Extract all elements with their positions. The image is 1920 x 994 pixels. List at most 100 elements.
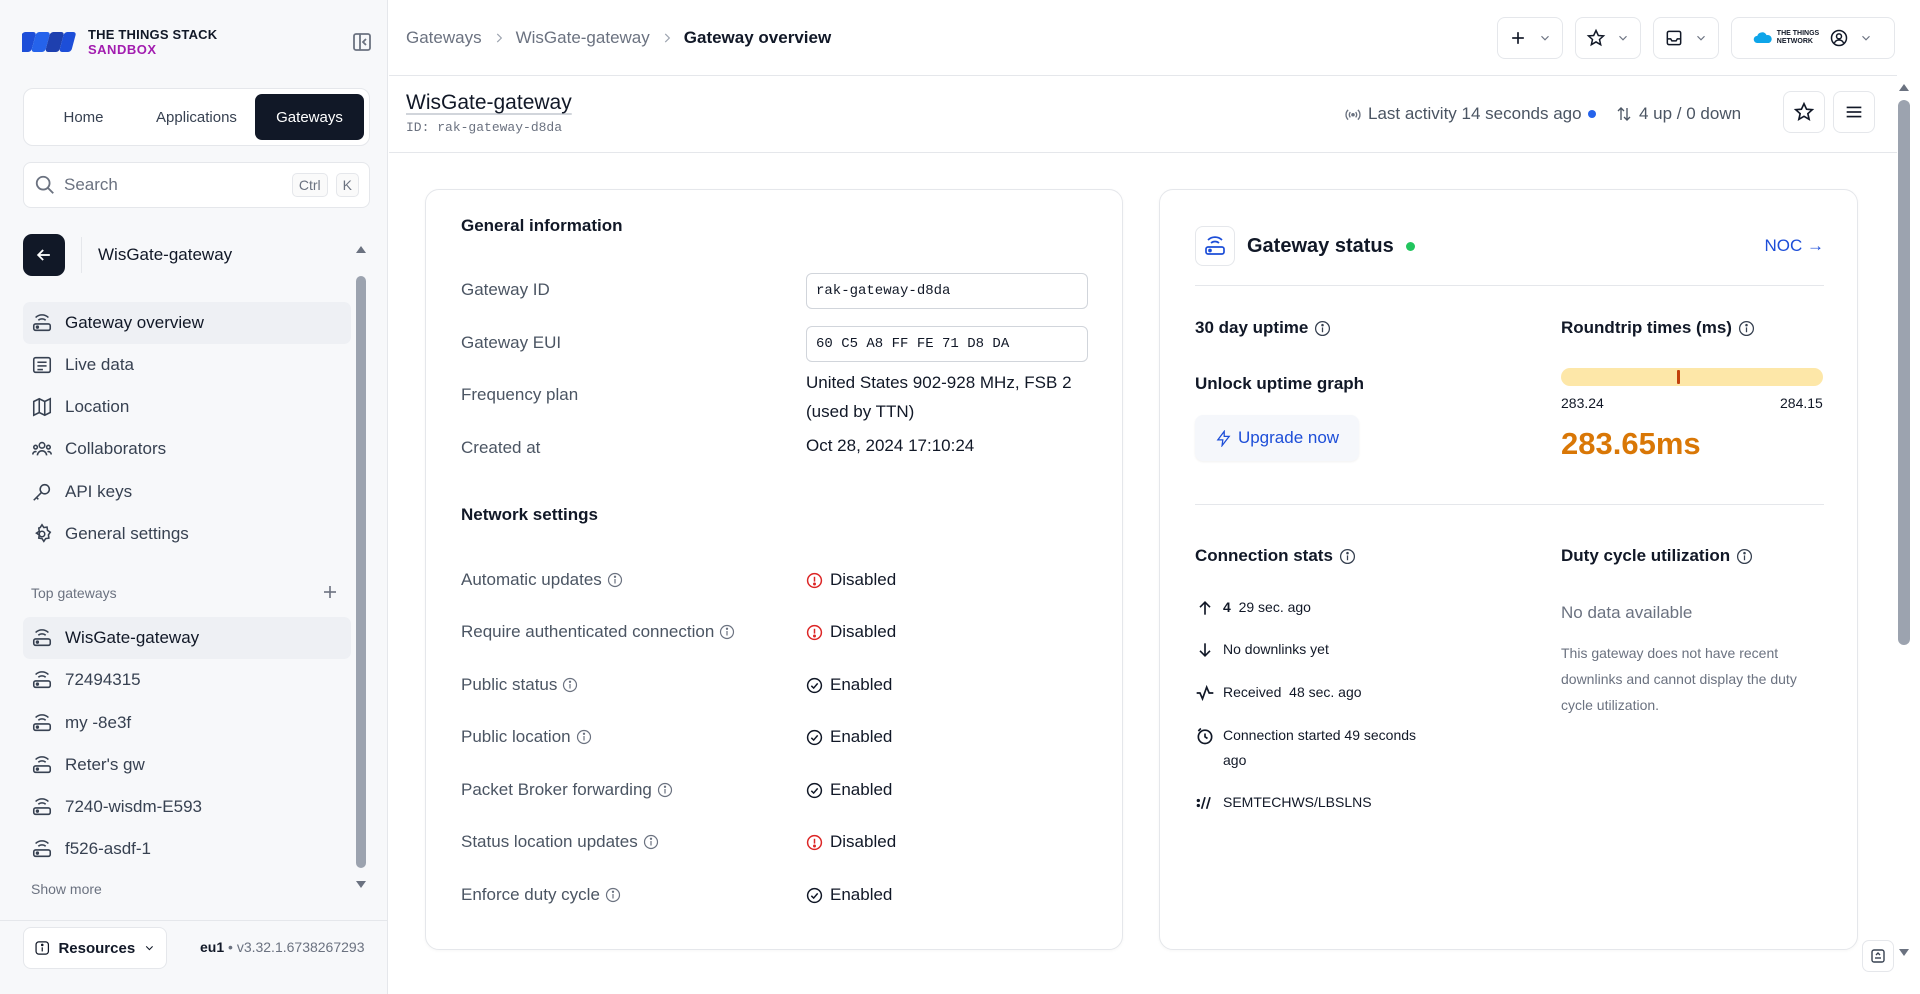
gateway-context-header: WisGate-gateway [23,233,343,277]
roundtrip-min: 283.24 [1561,395,1604,411]
top-gateway-item[interactable]: 72494315 [23,659,351,701]
app-logo[interactable]: THE THINGS STACK SANDBOX [22,26,217,58]
arrow-up-icon [1199,600,1211,615]
info-icon[interactable] [719,624,735,640]
list-icon [32,356,52,374]
scroll-down-arrow-icon[interactable] [1897,946,1911,958]
user-account-dropdown[interactable]: THE THINGS NETWORK [1731,17,1895,59]
protocol-slashes-icon [1196,796,1211,810]
gateway-icon [32,314,52,332]
bookmarks-dropdown-button[interactable] [1575,17,1641,59]
sidebar-item-location[interactable]: Location [23,386,351,428]
breadcrumb-current: Gateway overview [683,28,832,47]
sidebar-item-label: API keys [65,482,133,501]
top-gateway-item[interactable]: f526-asdf-1 [23,828,351,870]
scroll-up-arrow-icon[interactable] [355,244,367,256]
tab-home[interactable]: Home [29,94,138,140]
feedback-widget-button[interactable] [1862,940,1894,972]
received-stat: Received 48 sec. ago [1195,680,1362,705]
gateway-icon [32,671,52,689]
bookmark-star-button[interactable] [1783,91,1825,133]
connection-started-line2: ago [1223,752,1247,768]
top-gateway-item[interactable]: Reter's gw [23,744,351,786]
top-gateway-label: my -8e3f [65,713,132,732]
check-circle-icon [806,782,823,798]
scroll-up-arrow-icon[interactable] [1897,82,1911,94]
add-gateway-plus-icon[interactable] [320,582,340,602]
sidebar-item-collaborators[interactable]: Collaborators [23,428,351,470]
panel-icon [1871,949,1885,963]
top-gateway-label: WisGate-gateway [65,628,200,647]
add-dropdown-button[interactable] [1497,17,1563,59]
main-scrollbar-thumb[interactable] [1898,100,1910,645]
setting-row-label: Status location updates [461,832,659,852]
setting-status-text: Disabled [830,622,897,641]
version-number: v3.32.1.6738267293 [236,939,365,955]
general-information-title: General information [461,216,623,235]
show-more-link[interactable]: Show more [31,881,102,897]
setting-status-text: Enabled [830,675,893,694]
breadcrumb-gateway[interactable]: WisGate-gateway [516,28,650,48]
setting-row-label: Packet Broker forwarding [461,780,673,800]
chevron-down-icon [1541,35,1549,41]
sidebar-item-general-settings[interactable]: General settings [23,513,351,555]
notifications-dropdown-button[interactable] [1653,17,1719,59]
chevron-down-icon [146,946,154,951]
frequency-plan-line2: (used by TTN) [806,402,915,421]
upgrade-now-button[interactable]: Upgrade now [1195,415,1359,461]
info-icon[interactable] [605,887,621,903]
breadcrumb-gateways[interactable]: Gateways [406,28,482,48]
info-icon[interactable] [1314,320,1331,337]
info-icon[interactable] [657,782,673,798]
more-menu-button[interactable] [1833,91,1875,133]
sidebar-scrollbar-thumb[interactable] [356,276,366,868]
setting-status: Enabled [806,727,892,747]
main-nav-tabs: Home Applications Gateways [23,88,370,146]
upgrade-now-label: Upgrade now [1237,428,1340,447]
uplinks-time: 29 sec. ago [1238,599,1311,615]
sidebar-item-gateway-overview[interactable]: Gateway overview [23,302,351,344]
logo-subtitle: SANDBOX [88,42,157,57]
clock-icon [1197,727,1213,745]
resources-dropdown[interactable]: Resources [23,927,167,969]
sidebar-item-api-keys[interactable]: API keys [23,471,351,513]
tab-gateways[interactable]: Gateways [255,94,364,140]
sidebar-item-label: General settings [65,524,189,543]
noc-link[interactable]: NOC → [1765,236,1825,256]
info-icon[interactable] [576,729,592,745]
page-title: WisGate-gateway [406,91,572,114]
tab-applications[interactable]: Applications [142,94,251,140]
info-icon[interactable] [1738,320,1755,337]
back-button[interactable] [23,234,65,276]
uplinks-count: 4 [1223,599,1231,615]
info-icon[interactable] [562,677,578,693]
frequency-plan-value: United States 902-928 MHz, FSB 2 (used b… [806,368,1072,426]
sidebar-item-label: Live data [65,355,134,374]
gateway-status-title: Gateway status [1247,234,1394,257]
gateway-icon [32,798,52,816]
gateway-id-field[interactable]: rak-gateway-d8da [806,273,1088,309]
duty-cycle-title: Duty cycle utilization [1561,546,1753,566]
setting-status-text: Disabled [830,570,897,589]
info-icon[interactable] [607,572,623,588]
top-gateway-item[interactable]: 7240-wisdm-E593 [23,786,351,828]
setting-label: Require authenticated connection [461,622,715,641]
scroll-down-arrow-icon[interactable] [355,878,367,890]
check-circle-icon [806,887,823,903]
search-placeholder: Search [64,175,118,194]
sidebar-item-live-data[interactable]: Live data [23,344,351,386]
gateway-eui-field[interactable]: 60 C5 A8 FF FE 71 D8 DA [806,326,1088,362]
search-input[interactable]: Search Ctrl K [23,162,370,208]
connection-started-stat: Connection started 49 seconds ago [1195,723,1416,773]
id-value: rak-gateway-d8da [437,120,563,135]
info-icon[interactable] [643,834,659,850]
protocol-stat: SEMTECHWS/LBSLNS [1195,790,1372,815]
top-gateway-item[interactable]: my -8e3f [23,702,351,744]
info-icon[interactable] [1339,548,1356,565]
top-gateways-label: Top gateways [31,585,117,601]
top-gateway-item[interactable]: WisGate-gateway [23,617,351,659]
collapse-sidebar-icon[interactable] [350,30,374,54]
info-icon[interactable] [1736,548,1753,565]
uptime-title-text: 30 day uptime [1195,318,1309,337]
roundtrip-max: 284.15 [1780,395,1823,411]
